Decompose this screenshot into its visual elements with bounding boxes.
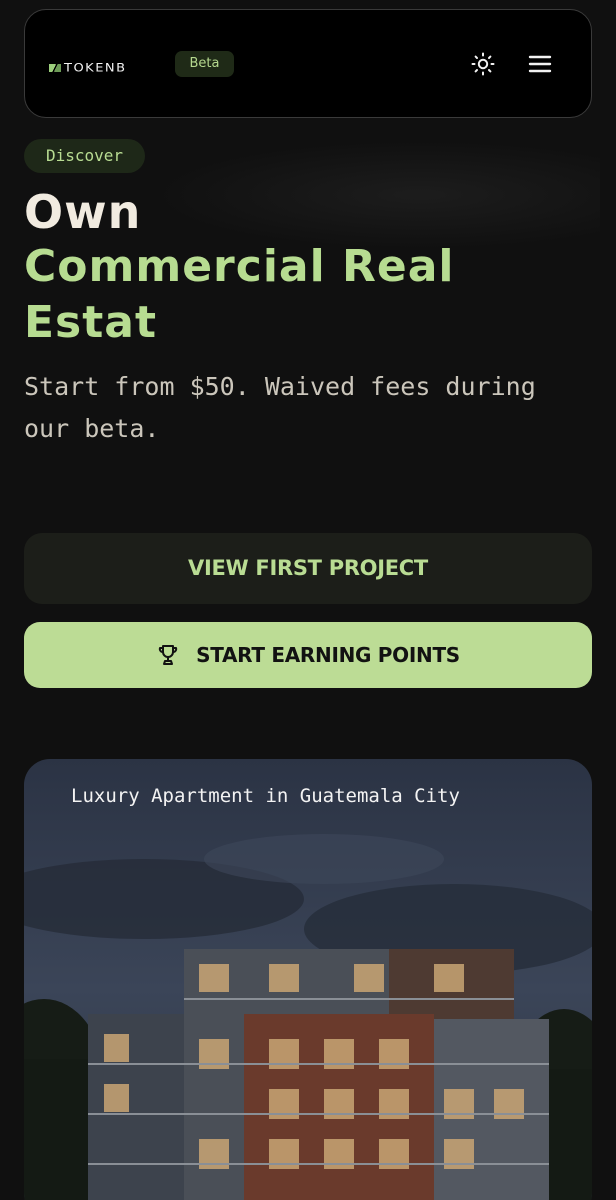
sun-icon[interactable] bbox=[471, 52, 495, 76]
project-card-title: Luxury Apartment in Guatemala City bbox=[71, 785, 460, 807]
logo[interactable]: TOKENB bbox=[49, 61, 127, 75]
logo-text: TOKENB bbox=[64, 61, 127, 75]
beta-badge: Beta bbox=[175, 51, 234, 77]
trophy-icon bbox=[158, 645, 178, 665]
view-first-project-button[interactable]: VIEW FIRST PROJECT bbox=[24, 533, 592, 604]
menu-icon[interactable] bbox=[527, 52, 553, 76]
hero-title-line3: Estat bbox=[24, 297, 158, 348]
logo-mark-icon bbox=[49, 64, 61, 72]
hero-title-line1: Own bbox=[24, 185, 142, 239]
start-earning-points-label: START EARNING POINTS bbox=[196, 643, 460, 667]
project-image bbox=[24, 759, 592, 1200]
hero-title-line2: Commercial Real bbox=[24, 241, 455, 292]
background-glow bbox=[150, 140, 600, 250]
top-navbar: TOKENB Beta bbox=[24, 9, 592, 118]
project-card[interactable]: Luxury Apartment in Guatemala City bbox=[24, 759, 592, 1200]
start-earning-points-button[interactable]: START EARNING POINTS bbox=[24, 622, 592, 688]
discover-tag: Discover bbox=[24, 139, 145, 173]
hero-subtitle: Start from $50. Waived fees during our b… bbox=[24, 372, 536, 443]
